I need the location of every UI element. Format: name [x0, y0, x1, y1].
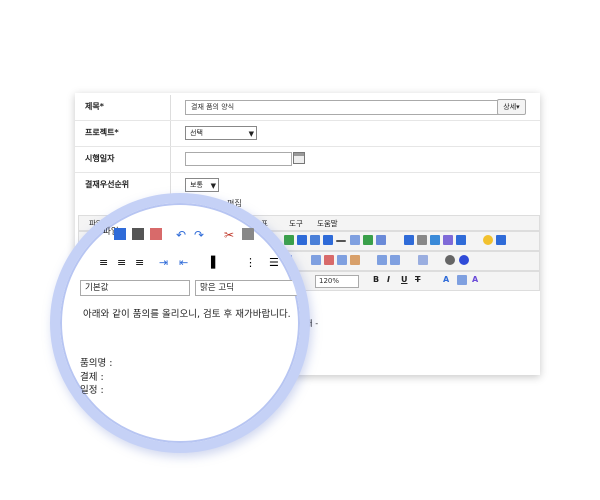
horizontal-rule-icon[interactable] — [336, 240, 346, 242]
title-input[interactable]: 결재 품의 양식 — [185, 100, 505, 115]
priority-select[interactable]: 보통 ▼ — [185, 178, 219, 192]
menu-help[interactable]: 도움말 — [317, 218, 338, 229]
body-item-2: 결제 : — [80, 372, 104, 383]
highlight-icon[interactable] — [457, 275, 467, 285]
project-select-value: 선택 — [190, 129, 203, 137]
template-icon[interactable] — [150, 228, 162, 240]
table-column-icon[interactable] — [337, 255, 347, 265]
font-bg-button[interactable]: A — [472, 275, 478, 284]
date-row: 시행일자 — [75, 147, 540, 173]
magnified-toolbar-1: ↶ ↷ ✂ — [102, 225, 300, 243]
fullscreen-icon[interactable] — [496, 235, 506, 245]
project-row: 프로젝트* 선택 ▼ — [75, 121, 540, 147]
align-right-icon[interactable]: ≡ — [117, 256, 129, 269]
italic-button[interactable]: I — [387, 275, 390, 284]
date-input[interactable] — [185, 152, 292, 166]
font-color-button[interactable]: A — [443, 275, 449, 284]
print-icon[interactable] — [132, 228, 144, 240]
export-icon[interactable] — [430, 235, 440, 245]
row-separator — [170, 147, 171, 173]
numbered-list-icon[interactable]: ⋮ — [245, 256, 257, 269]
bookmark-icon[interactable] — [323, 235, 333, 245]
emoji-icon[interactable] — [483, 235, 493, 245]
title-row: 제목* 결재 품의 양식 상세▾ — [75, 95, 540, 121]
settings-icon[interactable] — [445, 255, 455, 265]
row-separator — [170, 95, 171, 121]
save-icon[interactable] — [114, 228, 126, 240]
copy-icon[interactable] — [242, 228, 254, 240]
align-center-icon[interactable]: ≡ — [99, 256, 111, 269]
align-justify-icon[interactable]: ≡ — [135, 256, 147, 269]
title-label: 제목* — [85, 102, 104, 111]
date-label: 시행일자 — [85, 154, 115, 163]
info-icon[interactable] — [459, 255, 469, 265]
font-select[interactable]: 맑은 고딕 — [195, 280, 300, 296]
priority-select-value: 보통 — [190, 181, 203, 189]
underline-button[interactable]: U — [401, 275, 408, 284]
table-row-icon[interactable] — [311, 255, 321, 265]
table-icon[interactable] — [350, 235, 360, 245]
detail-button[interactable]: 상세▾ — [497, 99, 526, 115]
bold-button[interactable]: B — [373, 275, 379, 284]
chart-icon[interactable] — [363, 235, 373, 245]
style-select[interactable]: 기본값 — [80, 280, 190, 296]
accessibility-icon[interactable] — [456, 235, 466, 245]
project-label: 프로젝트* — [85, 128, 119, 137]
row-separator — [170, 121, 171, 147]
special-char-icon[interactable] — [376, 235, 386, 245]
project-select[interactable]: 선택 ▼ — [185, 126, 257, 140]
chevron-down-icon: ▼ — [210, 182, 216, 190]
layout-icon[interactable] — [404, 235, 414, 245]
table-delete-icon[interactable] — [324, 255, 334, 265]
table-merge-icon[interactable] — [350, 255, 360, 265]
paragraph-icon[interactable]: ▌ — [211, 256, 223, 269]
body-line-1: 아래와 같이 품의를 올리오니, 검토 후 재가바랍니다. — [83, 309, 291, 320]
layer-icon[interactable] — [443, 235, 453, 245]
form-icon[interactable] — [417, 235, 427, 245]
link-icon[interactable] — [310, 235, 320, 245]
cut-icon[interactable]: ✂ — [224, 228, 236, 242]
outdent-icon[interactable]: ⇤ — [179, 256, 191, 269]
table-props-icon[interactable] — [390, 255, 400, 265]
magnifier-lens: 파일 ↶ ↷ ✂ ≡ ≡ ≡ ⇥ ⇤ ▌ ⋮ ☰ 기본값 맑은 고딕 10pt … — [50, 193, 310, 453]
calendar-icon[interactable] — [293, 152, 305, 164]
magnified-toolbar-3: 기본값 맑은 고딕 10pt — [80, 278, 300, 296]
find-icon[interactable] — [418, 255, 428, 265]
priority-label: 결재우선순위 — [85, 180, 130, 189]
line-height-select[interactable]: 120% — [315, 275, 359, 288]
table-split-icon[interactable] — [377, 255, 387, 265]
body-item-3: 일정 : — [80, 385, 104, 396]
undo-icon[interactable]: ↶ — [176, 228, 188, 242]
magnified-content: 파일 ↶ ↷ ✂ ≡ ≡ ≡ ⇥ ⇤ ▌ ⋮ ☰ 기본값 맑은 고딕 10pt … — [60, 203, 300, 443]
body-item-1: 품의명 : — [80, 358, 113, 369]
priority-row: 결재우선순위 보통 ▼ — [75, 173, 540, 199]
magnified-toolbar-2: ≡ ≡ ≡ ⇥ ⇤ ▌ ⋮ ☰ — [95, 253, 300, 271]
bullet-list-icon[interactable]: ☰ — [269, 256, 281, 269]
chevron-down-icon: ▼ — [248, 130, 254, 138]
indent-icon[interactable]: ⇥ — [159, 256, 171, 269]
redo-icon[interactable]: ↷ — [194, 228, 206, 242]
strikethrough-button[interactable]: T — [415, 275, 420, 284]
